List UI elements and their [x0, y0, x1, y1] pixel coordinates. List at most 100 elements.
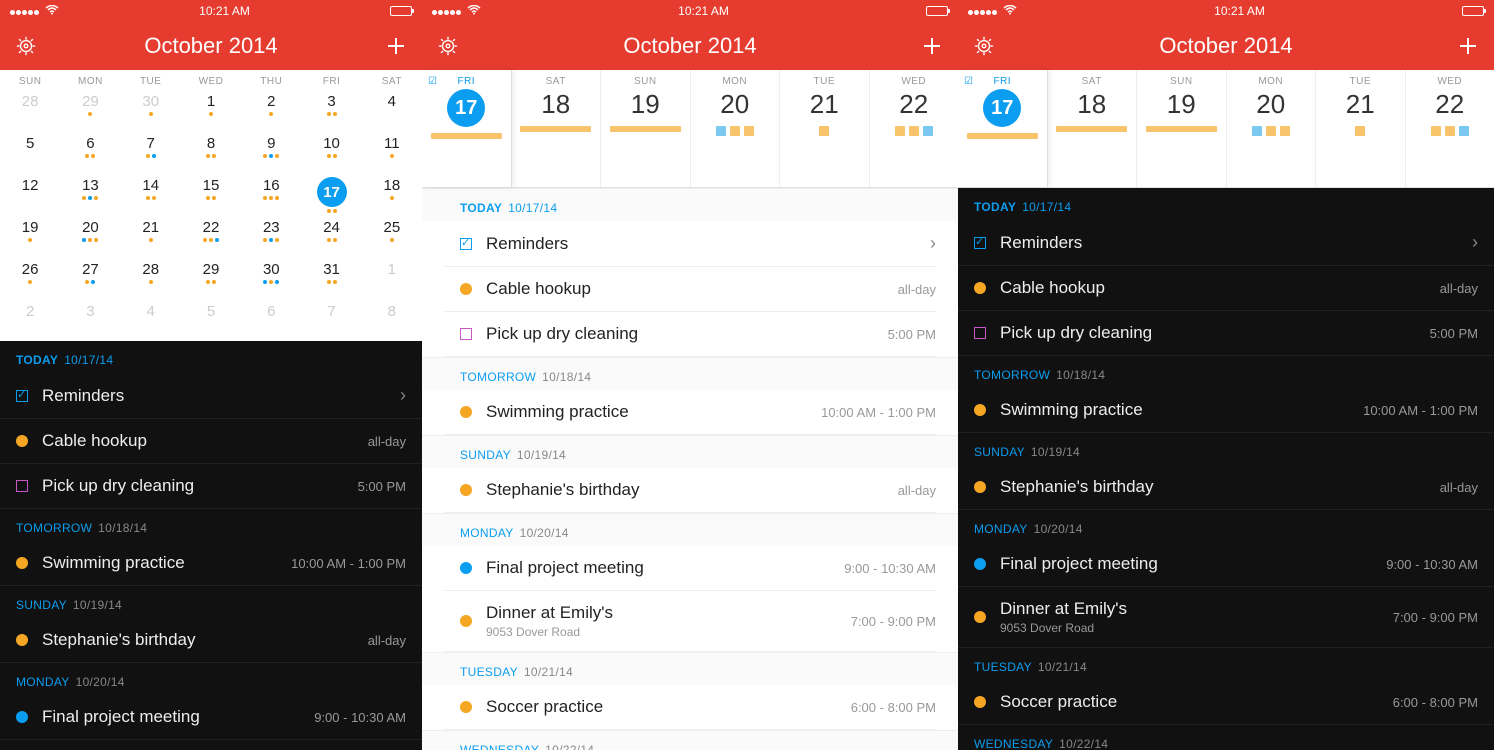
day-cell[interactable]: 20 — [60, 215, 120, 257]
event-row[interactable]: Pick up dry cleaning5:00 PM — [0, 464, 422, 509]
week-day[interactable]: MON20 — [691, 70, 781, 187]
day-cell[interactable]: 1 — [362, 257, 422, 299]
week-strip[interactable]: ☑FRI17SAT18SUN19MON20TUE21WED22 — [958, 70, 1494, 188]
day-cell[interactable]: 22 — [181, 215, 241, 257]
day-cell[interactable]: 16 — [241, 173, 301, 215]
event-row[interactable]: Pick up dry cleaning5:00 PM — [444, 312, 936, 357]
event-dot-icon — [16, 435, 28, 447]
event-row[interactable]: Cable hookupall-day — [0, 419, 422, 464]
week-day[interactable]: ☑FRI17 — [958, 70, 1048, 187]
day-cell[interactable]: 17 — [301, 173, 361, 215]
day-cell[interactable]: 4 — [362, 89, 422, 131]
week-day-label: SAT — [546, 76, 566, 87]
event-row[interactable]: Reminders› — [444, 221, 936, 267]
day-cell[interactable]: 13 — [60, 173, 120, 215]
event-row[interactable]: Final project meeting9:00 - 10:30 AM — [444, 546, 936, 591]
day-cell[interactable]: 12 — [0, 173, 60, 215]
event-row[interactable]: Cable hookupall-day — [444, 267, 936, 312]
day-number: 19 — [22, 219, 39, 236]
settings-icon[interactable] — [14, 34, 38, 58]
day-cell[interactable]: 29 — [60, 89, 120, 131]
day-cell[interactable]: 8 — [362, 299, 422, 341]
day-number: 13 — [82, 177, 99, 194]
day-cell[interactable]: 10 — [301, 131, 361, 173]
event-row[interactable]: Soccer practice6:00 - 8:00 PM — [958, 680, 1494, 725]
day-cell[interactable]: 1 — [181, 89, 241, 131]
day-cell[interactable]: 2 — [0, 299, 60, 341]
day-cell[interactable]: 7 — [301, 299, 361, 341]
day-cell[interactable]: 7 — [121, 131, 181, 173]
day-cell[interactable]: 28 — [0, 89, 60, 131]
event-row[interactable]: Dinner at Emily's9053 Dover Road7:00 - 9… — [958, 587, 1494, 648]
event-row[interactable]: Stephanie's birthdayall-day — [958, 465, 1494, 510]
week-day[interactable]: SUN19 — [601, 70, 691, 187]
event-list-dark[interactable]: TODAY10/17/14Reminders›Cable hookupall-d… — [0, 341, 422, 750]
day-cell[interactable]: 4 — [121, 299, 181, 341]
event-row[interactable]: Soccer practice6:00 - 8:00 PM — [444, 685, 936, 730]
day-number: 4 — [147, 303, 155, 320]
day-cell[interactable]: 25 — [362, 215, 422, 257]
event-row[interactable]: Stephanie's birthdayall-day — [0, 618, 422, 663]
day-cell[interactable]: 27 — [60, 257, 120, 299]
day-cell[interactable]: 19 — [0, 215, 60, 257]
week-day[interactable]: WED22 — [870, 70, 959, 187]
signal-dots-icon — [432, 4, 462, 18]
event-row[interactable]: Final project meeting9:00 - 10:30 AM — [958, 542, 1494, 587]
day-cell[interactable]: 18 — [362, 173, 422, 215]
event-list-dark[interactable]: TODAY10/17/14Reminders›Cable hookupall-d… — [958, 188, 1494, 750]
day-cell[interactable]: 6 — [241, 299, 301, 341]
day-cell[interactable]: 2 — [241, 89, 301, 131]
event-list-light[interactable]: TODAY10/17/14Reminders›Cable hookupall-d… — [422, 188, 958, 750]
week-day[interactable]: TUE21 — [1316, 70, 1406, 187]
event-row[interactable]: Dinner at Emily's9053 Dover Road7:00 - 9… — [444, 591, 936, 652]
week-strip[interactable]: ☑FRI17SAT18SUN19MON20TUE21WED22 — [422, 70, 958, 188]
event-row[interactable]: Reminders› — [0, 373, 422, 419]
day-cell[interactable]: 23 — [241, 215, 301, 257]
day-cell[interactable]: 29 — [181, 257, 241, 299]
week-day[interactable]: MON20 — [1227, 70, 1317, 187]
day-number: 2 — [267, 93, 275, 110]
week-day[interactable]: SUN19 — [1137, 70, 1227, 187]
event-row[interactable]: Stephanie's birthdayall-day — [444, 468, 936, 513]
day-cell[interactable]: 28 — [121, 257, 181, 299]
day-cell[interactable]: 24 — [301, 215, 361, 257]
settings-icon[interactable] — [972, 34, 996, 58]
day-cell[interactable]: 21 — [121, 215, 181, 257]
month-grid[interactable]: 2829301234567891011121314151617181920212… — [0, 89, 422, 341]
day-cell[interactable]: 15 — [181, 173, 241, 215]
week-day[interactable]: ☑FRI17 — [422, 70, 512, 187]
event-row[interactable]: Cable hookupall-day — [958, 266, 1494, 311]
day-cell[interactable]: 9 — [241, 131, 301, 173]
event-row[interactable]: Swimming practice10:00 AM - 1:00 PM — [444, 390, 936, 435]
settings-icon[interactable] — [436, 34, 460, 58]
day-cell[interactable]: 26 — [0, 257, 60, 299]
event-row[interactable]: Pick up dry cleaning5:00 PM — [958, 311, 1494, 356]
event-row[interactable]: Reminders› — [958, 220, 1494, 266]
day-cell[interactable]: 11 — [362, 131, 422, 173]
day-cell[interactable]: 8 — [181, 131, 241, 173]
week-day[interactable]: TUE21 — [780, 70, 870, 187]
add-event-icon[interactable] — [1456, 34, 1480, 58]
day-cell[interactable]: 3 — [301, 89, 361, 131]
event-row[interactable]: Dinner at Emily's9053 Dover Road7:00 - 9… — [0, 740, 422, 750]
add-event-icon[interactable] — [384, 34, 408, 58]
section-header: WEDNESDAY10/22/14 — [958, 725, 1494, 750]
day-cell[interactable]: 30 — [121, 89, 181, 131]
day-cell[interactable]: 30 — [241, 257, 301, 299]
week-day[interactable]: SAT18 — [1048, 70, 1138, 187]
day-cell[interactable]: 5 — [181, 299, 241, 341]
add-event-icon[interactable] — [920, 34, 944, 58]
week-day[interactable]: WED22 — [1406, 70, 1495, 187]
day-cell[interactable]: 3 — [60, 299, 120, 341]
event-row[interactable]: Swimming practice10:00 AM - 1:00 PM — [0, 541, 422, 586]
day-cell[interactable]: 6 — [60, 131, 120, 173]
section-header: TODAY10/17/14 — [958, 188, 1494, 220]
week-day[interactable]: SAT18 — [512, 70, 602, 187]
day-cell[interactable]: 31 — [301, 257, 361, 299]
event-row[interactable]: Swimming practice10:00 AM - 1:00 PM — [958, 388, 1494, 433]
screen-week-dark: 10:21 AM October 2014 ☑FRI17SAT18SUN19MO… — [958, 0, 1494, 750]
day-cell[interactable]: 5 — [0, 131, 60, 173]
nav-bar: October 2014 — [0, 22, 422, 70]
day-cell[interactable]: 14 — [121, 173, 181, 215]
event-row[interactable]: Final project meeting9:00 - 10:30 AM — [0, 695, 422, 740]
